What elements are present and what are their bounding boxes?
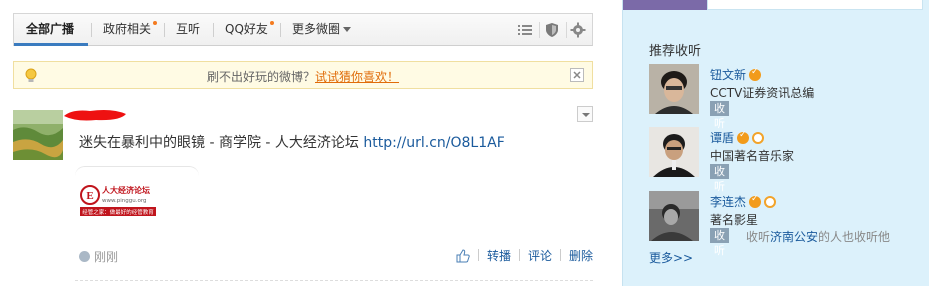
- sidebar-top-strip: [623, 0, 929, 10]
- user-name[interactable]: 谭盾: [710, 129, 765, 146]
- user-photo[interactable]: [649, 191, 699, 241]
- suggestion-notice: 刷不出好玩的微博？试试猜你喜欢！: [13, 61, 593, 89]
- chevron-down-icon: [582, 113, 590, 117]
- post-time[interactable]: 刚刚: [79, 248, 118, 265]
- post-menu-button[interactable]: [577, 106, 593, 122]
- tab-divider: [213, 23, 214, 37]
- user-photo[interactable]: [649, 64, 699, 114]
- user-name[interactable]: 李连杰: [710, 193, 777, 210]
- pinggu-logo-image[interactable]: E 人大经济论坛 www.pinggu.org 经管之家：做最好的经管教育: [80, 183, 156, 217]
- user-description: 著名影星: [710, 213, 759, 227]
- delete-link[interactable]: 删除: [569, 249, 593, 263]
- action-divider: [518, 249, 520, 261]
- tab-divider: [280, 23, 281, 37]
- medal-icon: [764, 196, 777, 208]
- user-description: CCTV证券资讯总编: [710, 86, 815, 100]
- user-name[interactable]: 钮文新: [710, 66, 762, 83]
- tab-divider: [164, 23, 165, 37]
- post-content: 迷失在暴利中的眼镜 - 商学院 - 人大经济论坛 http://url.cn/O…: [79, 135, 505, 151]
- shield-icon[interactable]: [544, 22, 560, 38]
- mutual-account-link[interactable]: 济南公安: [770, 230, 818, 244]
- comment-link[interactable]: 评论: [528, 249, 552, 263]
- right-sidebar: 推荐收听 钮文新 CCTV证券资讯总编 收听 谭盾: [622, 0, 929, 286]
- follow-button[interactable]: 收听: [710, 228, 729, 257]
- tab-more-circles[interactable]: 更多微圈: [292, 14, 352, 45]
- author-avatar[interactable]: [13, 110, 63, 160]
- svg-text:E: E: [86, 190, 93, 202]
- chevron-down-icon: [343, 27, 352, 32]
- verified-icon: [737, 130, 750, 144]
- try-guess-link[interactable]: 试试猜你喜欢！: [315, 70, 399, 84]
- toolbar-divider: [566, 22, 567, 38]
- gear-icon[interactable]: [570, 22, 586, 38]
- social-hint: 收听济南公安的人也收听他: [746, 230, 891, 244]
- repost-link[interactable]: 转播: [487, 249, 511, 263]
- sidebar-top-tab[interactable]: [623, 0, 707, 10]
- tab-mutual-follow[interactable]: 互听: [176, 14, 200, 45]
- more-recommendations-link[interactable]: 更多>>: [649, 249, 693, 266]
- post-short-link[interactable]: http://url.cn/O8L1AF: [363, 135, 504, 151]
- thumbs-up-icon[interactable]: [456, 249, 470, 263]
- user-photo[interactable]: [649, 127, 699, 177]
- post-divider: [75, 280, 593, 281]
- svg-text:人大经济论坛: 人大经济论坛: [102, 185, 150, 195]
- medal-icon: [752, 132, 765, 144]
- tab-government[interactable]: 政府相关: [103, 14, 158, 45]
- redacted-username-mark: [64, 110, 126, 121]
- tab-divider: [91, 23, 92, 37]
- svg-text:经管之家：做最好的经管教育: 经管之家：做最好的经管教育: [82, 208, 154, 216]
- close-notice-button[interactable]: [570, 68, 584, 82]
- svg-text:www.pinggu.org: www.pinggu.org: [102, 198, 146, 204]
- feed-tab-bar: 全部广播 政府相关 互听 QQ好友 更多微圈: [13, 13, 593, 46]
- action-divider: [477, 249, 479, 261]
- notice-text: 刷不出好玩的微博？试试猜你喜欢！: [206, 70, 400, 84]
- tab-qq-friends[interactable]: QQ好友: [225, 14, 274, 45]
- recommended-follow-title: 推荐收听: [649, 44, 702, 59]
- active-tab-indicator: [14, 43, 89, 46]
- toolbar-divider: [539, 22, 540, 38]
- sidebar-top-panel: [707, 0, 923, 10]
- follow-button[interactable]: 收听: [710, 164, 729, 193]
- close-icon: [573, 71, 581, 79]
- post-actions: 转播 评论 删除: [456, 247, 593, 264]
- verified-icon: [749, 194, 762, 208]
- tab-all-broadcasts[interactable]: 全部广播: [14, 14, 89, 46]
- verified-icon: [749, 67, 762, 81]
- new-dot: [269, 21, 274, 25]
- user-description: 中国著名音乐家: [710, 149, 795, 163]
- follow-button[interactable]: 收听: [710, 101, 729, 130]
- list-view-icon[interactable]: [517, 22, 533, 38]
- globe-icon: [79, 251, 90, 262]
- action-divider: [559, 249, 561, 261]
- new-dot: [153, 21, 158, 25]
